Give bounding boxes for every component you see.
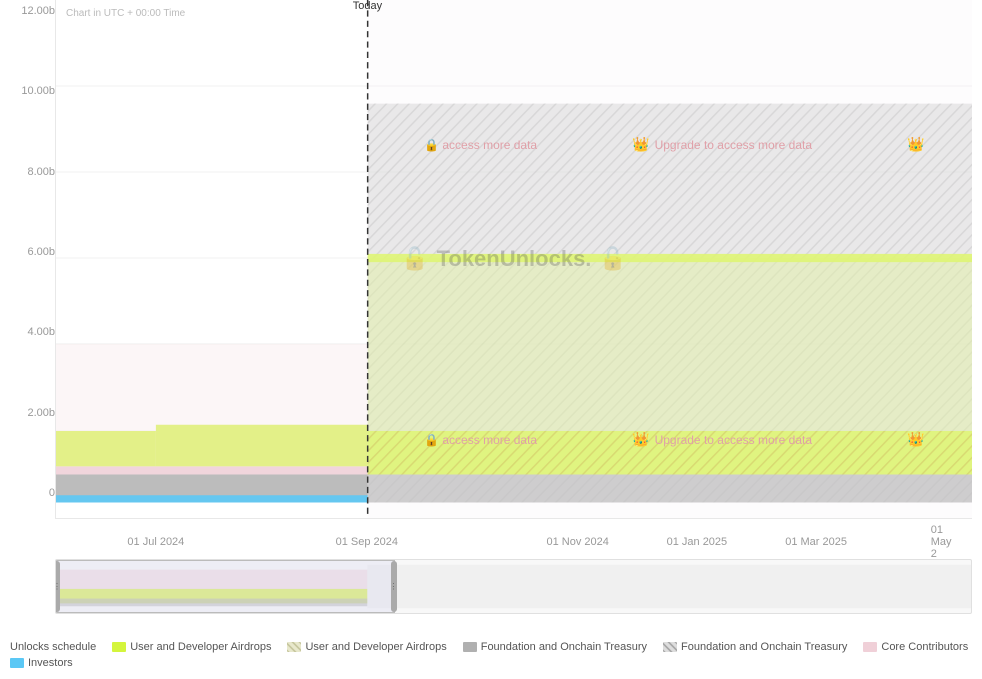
legend-label-core: Core Contributors [881, 641, 968, 653]
chart-inner: Chart in UTC + 00:00 Time [55, 0, 972, 519]
y-label-4: 4.00b [5, 326, 55, 338]
chart-area: Chart in UTC + 00:00 Time [55, 0, 972, 519]
navigator-handle-right[interactable]: ⋮ [391, 561, 397, 612]
y-label-2: 2.00b [5, 407, 55, 419]
legend-label-investors: Investors [28, 657, 73, 669]
legend-item-investors: Investors [10, 657, 73, 669]
legend-label-foundation-solid: Foundation and Onchain Treasury [481, 641, 647, 653]
navigator-selection[interactable]: ⋮ ⋮ [56, 560, 395, 613]
x-label-jan: 01 Jan 2025 [667, 536, 728, 548]
legend-swatch-investors [10, 658, 24, 668]
x-label-mar: 01 Mar 2025 [785, 536, 847, 548]
x-label-sep: 01 Sep 2024 [336, 536, 398, 548]
y-label-12: 12.00b [5, 5, 55, 17]
y-label-6: 6.00b [5, 246, 55, 258]
today-label: Today [353, 0, 382, 12]
legend-item-foundation-hatched: Foundation and Onchain Treasury [663, 641, 847, 653]
legend-title: Unlocks schedule [10, 641, 96, 653]
legend-label-airdrop-solid: User and Developer Airdrops [130, 641, 271, 653]
y-label-10: 10.00b [5, 85, 55, 97]
y-label-0: 0 [5, 487, 55, 499]
x-label-may: 01 May 2 [931, 524, 959, 560]
legend-item-core: Core Contributors [863, 641, 968, 653]
x-label-nov: 01 Nov 2024 [546, 536, 608, 548]
x-axis: 01 Jul 2024 01 Sep 2024 01 Nov 2024 01 J… [55, 529, 972, 554]
legend-label-foundation-hatched: Foundation and Onchain Treasury [681, 641, 847, 653]
legend-item-airdrop-solid: User and Developer Airdrops [112, 641, 271, 653]
legend-item-foundation-solid: Foundation and Onchain Treasury [463, 641, 647, 653]
chart-svg [56, 0, 972, 518]
navigator[interactable]: ⋮ ⋮ [55, 559, 972, 614]
x-label-jul: 01 Jul 2024 [127, 536, 184, 548]
legend-swatch-core [863, 642, 877, 652]
y-label-8: 8.00b [5, 166, 55, 178]
legend-swatch-airdrop-solid [112, 642, 126, 652]
legend-swatch-foundation-hatched [663, 642, 677, 652]
legend-swatch-airdrop-hatched [287, 642, 301, 652]
legend-item-airdrop-hatched: User and Developer Airdrops [287, 641, 446, 653]
legend-swatch-foundation-solid [463, 642, 477, 652]
legend-label-airdrop-hatched: User and Developer Airdrops [305, 641, 446, 653]
legend: Unlocks schedule User and Developer Aird… [0, 641, 982, 669]
chart-container: 12.00b 10.00b 8.00b 6.00b 4.00b 2.00b 0 … [0, 0, 982, 679]
y-axis: 12.00b 10.00b 8.00b 6.00b 4.00b 2.00b 0 [0, 0, 55, 519]
navigator-handle-left[interactable]: ⋮ [55, 561, 60, 612]
